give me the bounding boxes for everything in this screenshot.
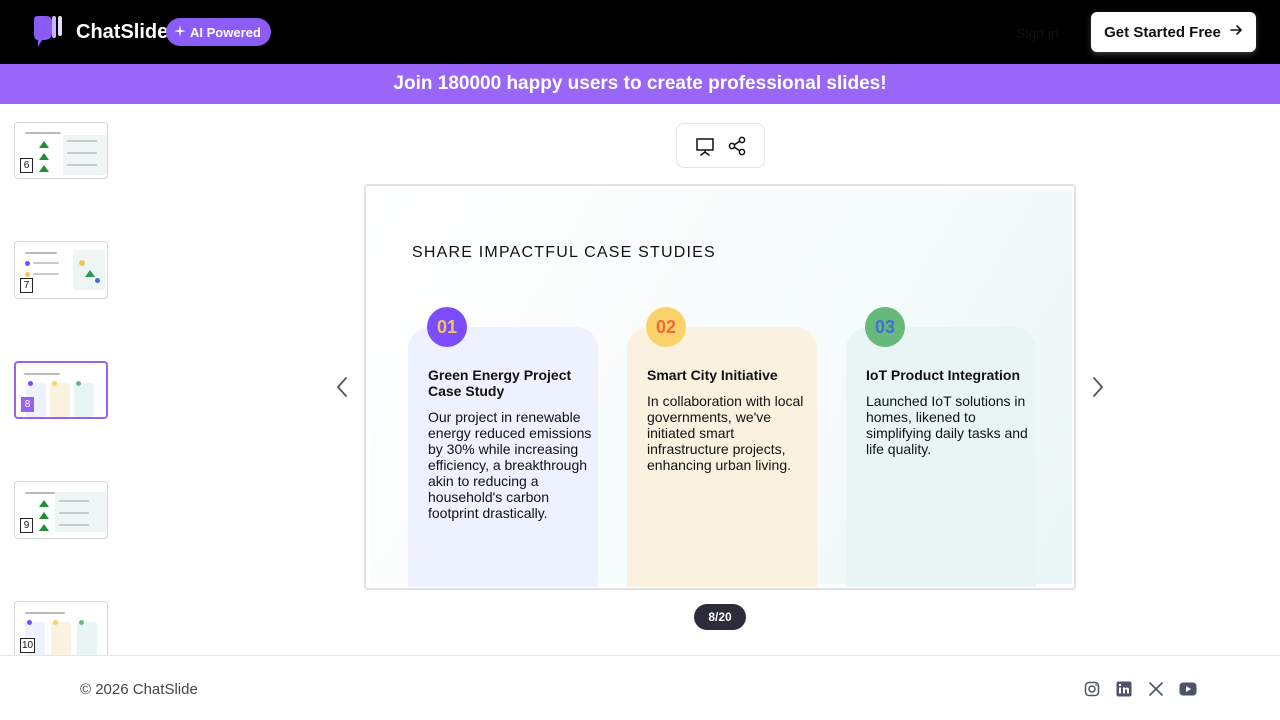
chatslide-logo-icon[interactable] bbox=[32, 16, 64, 48]
slide-content: SHARE IMPACTFUL CASE STUDIES 01 Green En… bbox=[370, 190, 1072, 587]
x-icon[interactable] bbox=[1147, 680, 1165, 698]
linkedin-icon[interactable] bbox=[1115, 680, 1133, 698]
thumbnail-number: 8 bbox=[21, 397, 34, 412]
card-body: In collaboration with local governments,… bbox=[647, 393, 804, 473]
slide-page-indicator: 8/20 bbox=[694, 604, 746, 630]
case-study-card-1: 01 Green Energy Project Case Study Our p… bbox=[408, 307, 598, 587]
get-started-button[interactable]: Get Started Free bbox=[1091, 12, 1256, 52]
card-body: Our project in renewable energy reduced … bbox=[428, 409, 592, 521]
card-body: Launched IoT solutions in homes, likened… bbox=[866, 393, 1028, 457]
slide-canvas: SHARE IMPACTFUL CASE STUDIES 01 Green En… bbox=[364, 184, 1076, 590]
presentation-icon[interactable] bbox=[694, 135, 716, 157]
promo-banner-text: Join 180000 happy users to create profes… bbox=[393, 73, 887, 94]
top-nav: ChatSlide AI Powered Sign in Get Started… bbox=[0, 0, 1280, 64]
sign-in-link[interactable]: Sign in bbox=[1016, 24, 1059, 42]
youtube-icon[interactable] bbox=[1179, 680, 1197, 698]
thumbnail-number: 6 bbox=[20, 158, 33, 173]
get-started-label: Get Started Free bbox=[1104, 23, 1221, 41]
slide-title: SHARE IMPACTFUL CASE STUDIES bbox=[412, 244, 716, 261]
instagram-icon[interactable] bbox=[1083, 680, 1101, 698]
share-icon[interactable] bbox=[726, 135, 748, 157]
slide-thumbnail-7[interactable]: 7 bbox=[14, 241, 108, 299]
card-title: Green Energy Project Case Study bbox=[428, 367, 572, 399]
next-slide-chevron-right-icon[interactable] bbox=[1087, 372, 1109, 402]
thumbnail-number: 7 bbox=[20, 278, 33, 293]
sparkle-icon bbox=[174, 24, 186, 40]
footer: © 2026 ChatSlide bbox=[0, 655, 1280, 720]
card-number-badge: 01 bbox=[427, 307, 467, 347]
case-study-card-2: 02 Smart City Initiative In collaboratio… bbox=[627, 307, 817, 587]
arrow-right-icon bbox=[1229, 23, 1243, 41]
brand-name[interactable]: ChatSlide bbox=[76, 20, 168, 44]
slide-thumbnail-8[interactable]: 8 bbox=[14, 361, 108, 419]
case-study-card-3: 03 IoT Product Integration Launched IoT … bbox=[846, 307, 1036, 587]
card-title: Smart City Initiative bbox=[647, 367, 778, 383]
thumbnail-number: 9 bbox=[20, 518, 33, 533]
ai-powered-badge: AI Powered bbox=[166, 18, 271, 46]
copyright-text: © 2026 ChatSlide bbox=[80, 681, 198, 698]
thumbnail-number: 10 bbox=[20, 638, 36, 653]
slide-thumbnail-9[interactable]: 9 bbox=[14, 481, 108, 539]
slide-thumbnail-10[interactable]: 10 bbox=[14, 601, 108, 659]
card-title: IoT Product Integration bbox=[866, 367, 1020, 383]
slide-toolbar bbox=[676, 123, 765, 168]
previous-slide-chevron-left-icon[interactable] bbox=[331, 372, 353, 402]
slide-thumbnail-6[interactable]: 6 bbox=[14, 122, 108, 179]
promo-banner: Join 180000 happy users to create profes… bbox=[0, 64, 1280, 104]
card-number-badge: 02 bbox=[646, 307, 686, 347]
card-number-badge: 03 bbox=[865, 307, 905, 347]
ai-powered-label: AI Powered bbox=[190, 24, 261, 40]
